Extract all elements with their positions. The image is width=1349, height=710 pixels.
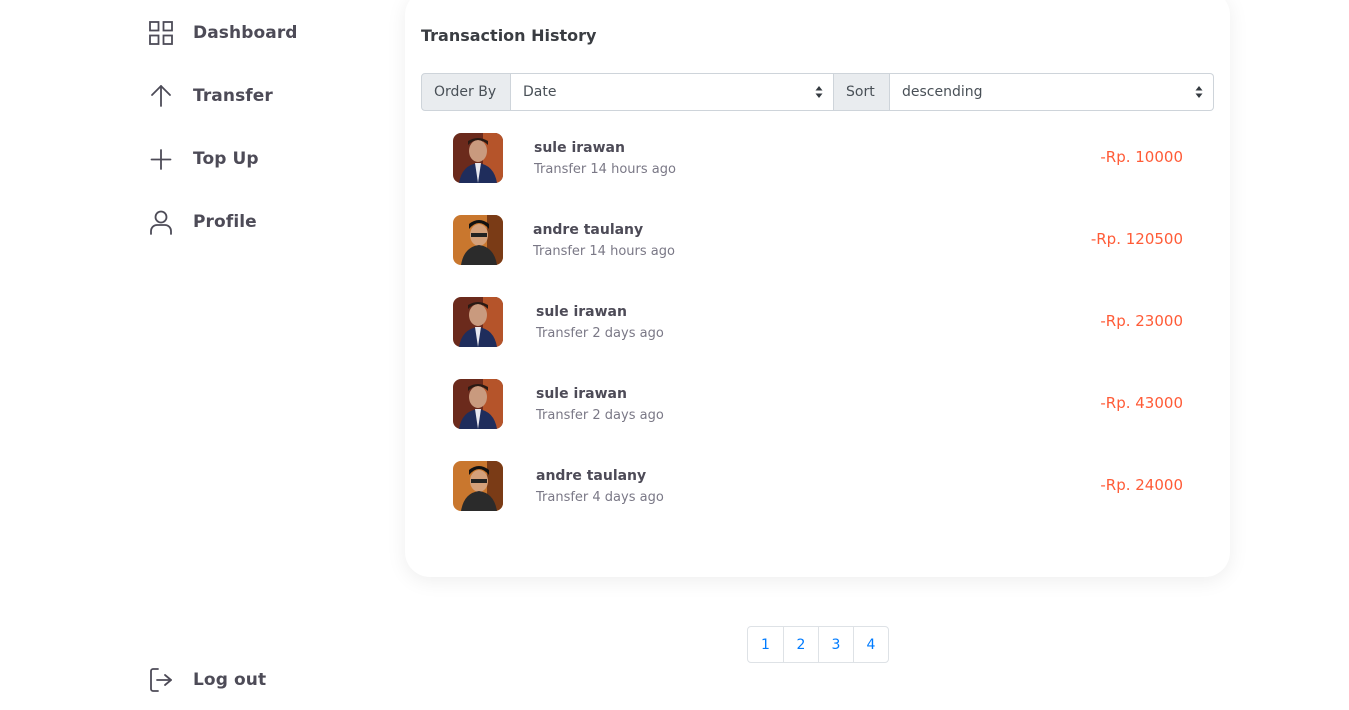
sidebar-item-label: Dashboard xyxy=(193,23,298,43)
transaction-row[interactable]: sule irawan Transfer 14 hours ago -Rp. 1… xyxy=(453,133,1183,185)
page-link-2[interactable]: 2 xyxy=(783,627,818,662)
page-link-4[interactable]: 4 xyxy=(853,627,888,662)
transaction-amount: -Rp. 43000 xyxy=(1100,394,1183,412)
select-arrows-icon xyxy=(815,86,823,98)
avatar xyxy=(453,133,503,183)
sidebar-item-label: Top Up xyxy=(193,149,259,169)
transaction-history-card: Transaction History Order By Date Sort d… xyxy=(405,0,1230,577)
sort-label: Sort xyxy=(834,73,890,111)
transaction-row[interactable]: andre taulany Transfer 14 hours ago -Rp.… xyxy=(453,215,1183,267)
avatar xyxy=(453,215,503,265)
grid-icon xyxy=(147,19,175,47)
transaction-name: sule irawan xyxy=(536,304,627,320)
logout-label: Log out xyxy=(193,670,267,690)
arrow-up-icon xyxy=(147,82,175,110)
transaction-name: sule irawan xyxy=(536,386,627,402)
transaction-row[interactable]: sule irawan Transfer 2 days ago -Rp. 430… xyxy=(453,379,1183,431)
transaction-detail: Transfer 14 hours ago xyxy=(534,162,676,177)
order-by-value: Date xyxy=(523,84,557,100)
transaction-name: sule irawan xyxy=(534,140,625,156)
transaction-row[interactable]: andre taulany Transfer 4 days ago -Rp. 2… xyxy=(453,461,1183,513)
transaction-amount: -Rp. 120500 xyxy=(1090,230,1183,248)
transaction-amount: -Rp. 10000 xyxy=(1100,148,1183,166)
avatar xyxy=(453,461,503,511)
sidebar: Dashboard Transfer Top Up Profile Log ou… xyxy=(0,0,400,710)
logout-button[interactable]: Log out xyxy=(147,666,266,694)
sidebar-item-transfer[interactable]: Transfer xyxy=(147,82,273,110)
select-arrows-icon xyxy=(1195,86,1203,98)
transaction-name: andre taulany xyxy=(533,222,644,238)
transaction-amount: -Rp. 24000 xyxy=(1100,476,1183,494)
sidebar-item-label: Profile xyxy=(193,212,257,232)
sort-value: descending xyxy=(902,84,983,100)
logout-icon xyxy=(147,666,175,694)
page-link-1[interactable]: 1 xyxy=(748,627,783,662)
order-by-label: Order By xyxy=(421,73,511,111)
sidebar-item-top-up[interactable]: Top Up xyxy=(147,145,259,173)
pagination: 1 2 3 4 xyxy=(747,626,889,663)
filter-bar: Order By Date Sort descending xyxy=(421,73,1214,111)
user-icon xyxy=(147,208,175,236)
transaction-name: andre taulany xyxy=(536,468,647,484)
transaction-row[interactable]: sule irawan Transfer 2 days ago -Rp. 230… xyxy=(453,297,1183,349)
sidebar-item-dashboard[interactable]: Dashboard xyxy=(147,19,297,47)
plus-icon xyxy=(147,145,175,173)
transaction-detail: Transfer 2 days ago xyxy=(536,326,664,341)
avatar xyxy=(453,379,503,429)
transaction-detail: Transfer 4 days ago xyxy=(536,490,664,505)
sidebar-item-label: Transfer xyxy=(193,86,273,106)
page-title: Transaction History xyxy=(421,26,597,45)
transaction-amount: -Rp. 23000 xyxy=(1100,312,1183,330)
avatar xyxy=(453,297,503,347)
page-link-3[interactable]: 3 xyxy=(818,627,853,662)
order-by-select[interactable]: Date xyxy=(511,73,834,111)
transaction-detail: Transfer 2 days ago xyxy=(536,408,664,423)
sidebar-item-profile[interactable]: Profile xyxy=(147,208,257,236)
sort-select[interactable]: descending xyxy=(890,73,1214,111)
transaction-detail: Transfer 14 hours ago xyxy=(533,244,675,259)
